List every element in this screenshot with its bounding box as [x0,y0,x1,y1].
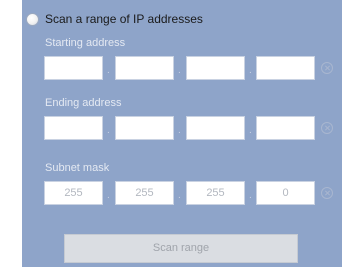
scan-range-label: Scan a range of IP addresses [45,12,203,26]
ending-address-octet-4[interactable] [256,116,315,140]
subnet-mask-octet-1[interactable]: 255 [44,181,103,205]
octet-separator: . [107,65,110,76]
subnet-mask-field: 255 . 255 . 255 . 0 [44,181,334,205]
scan-range-radio[interactable] [26,12,39,26]
starting-address-label: Starting address [45,37,126,49]
starting-address-octet-4[interactable] [256,56,315,80]
octet-separator: . [178,125,181,136]
clear-ending-address-icon[interactable] [321,122,333,134]
ending-address-octet-1[interactable] [44,116,103,140]
octet-separator: . [249,190,252,201]
subnet-mask-octet-3[interactable]: 255 [186,181,245,205]
ending-address-field: . . . [44,116,334,140]
octet-separator: . [107,190,110,201]
starting-address-octet-1[interactable] [44,56,103,80]
octet-separator: . [249,65,252,76]
octet-separator: . [178,65,181,76]
ending-address-label: Ending address [45,97,122,109]
octet-separator: . [178,190,181,201]
scan-range-button[interactable]: Scan range [64,234,298,263]
octet-separator: . [249,125,252,136]
ending-address-octet-2[interactable] [115,116,174,140]
starting-address-octet-2[interactable] [115,56,174,80]
octet-separator: . [107,125,110,136]
clear-subnet-mask-icon[interactable] [321,187,333,199]
subnet-mask-octet-4[interactable]: 0 [256,181,315,205]
subnet-mask-octet-2[interactable]: 255 [115,181,174,205]
starting-address-octet-3[interactable] [186,56,245,80]
subnet-mask-label: Subnet mask [45,162,110,174]
ending-address-octet-3[interactable] [186,116,245,140]
scan-range-option[interactable]: Scan a range of IP addresses [26,10,203,28]
starting-address-field: . . . [44,56,334,80]
clear-starting-address-icon[interactable] [321,62,333,74]
